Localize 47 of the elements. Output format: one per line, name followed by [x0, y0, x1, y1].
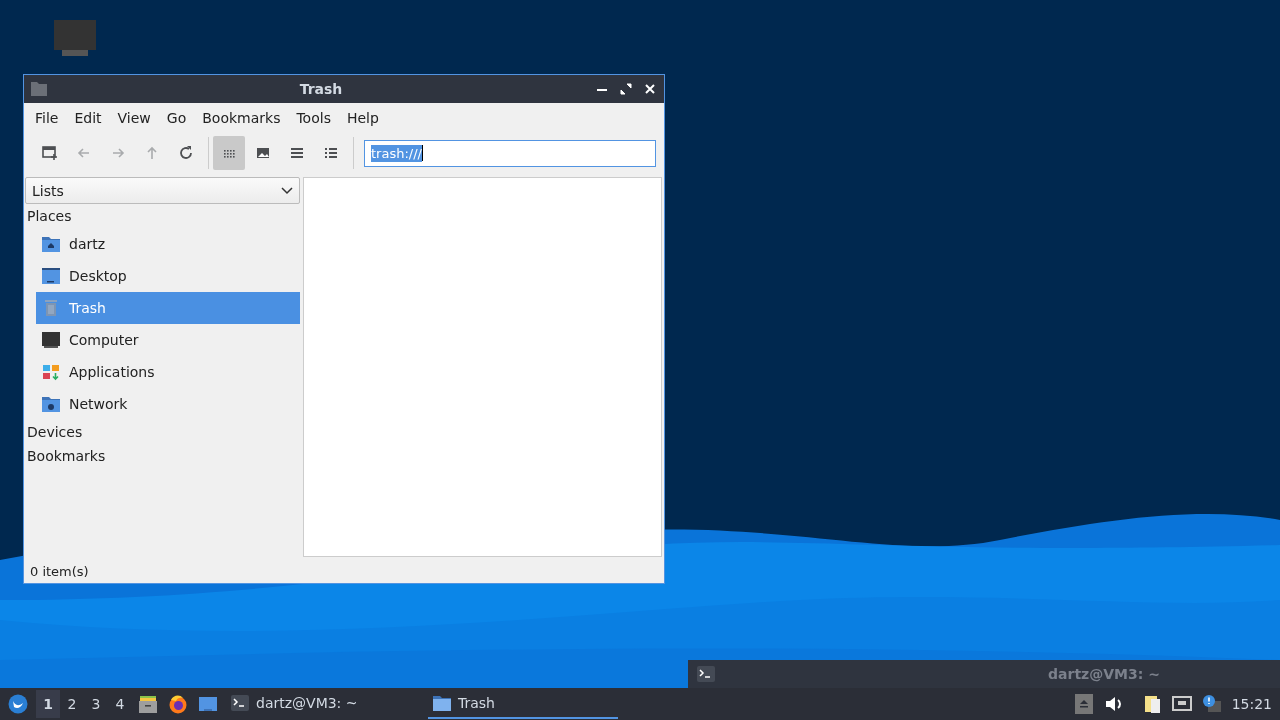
workspace-button[interactable]: 4	[108, 690, 132, 718]
file-cabinet-icon[interactable]	[138, 694, 158, 714]
desktop-icon	[41, 266, 61, 286]
terminal-icon	[230, 693, 250, 713]
network-folder-icon	[41, 394, 61, 414]
window-title: Trash	[298, 81, 344, 97]
window-title: dartz@VM3: ~	[1047, 666, 1161, 682]
status-text: 0 item(s)	[29, 562, 90, 581]
taskbar-button[interactable]: Trash	[428, 689, 618, 719]
home-folder-icon	[41, 234, 61, 254]
menu-item[interactable]: Tools	[288, 106, 339, 130]
terminal-icon	[696, 664, 716, 684]
section-header[interactable]: Bookmarks	[25, 444, 300, 468]
menu-item[interactable]: View	[109, 106, 159, 130]
folder-icon	[30, 81, 48, 97]
section-header[interactable]: Devices	[25, 420, 300, 444]
sidebar-item[interactable]: Network	[36, 388, 300, 420]
chevron-down-icon	[281, 186, 293, 195]
workspace-button[interactable]: 1	[36, 690, 60, 718]
sidebar-item[interactable]: dartz	[36, 228, 300, 260]
eject-icon[interactable]	[1073, 694, 1094, 714]
start-menu-icon[interactable]	[8, 694, 28, 714]
taskbar-button[interactable]: dartz@VM3: ~	[226, 689, 416, 719]
monitor-icon	[41, 330, 61, 350]
clock: 15:21	[1231, 696, 1272, 712]
window-icon[interactable]	[198, 694, 218, 714]
volume-icon[interactable]	[1103, 694, 1124, 714]
reload-icon	[177, 144, 195, 162]
app-grid-icon	[41, 362, 61, 382]
menu-item[interactable]: Go	[158, 106, 195, 130]
menu-item[interactable]: File	[27, 106, 67, 130]
sidebar-item[interactable]: Applications	[36, 356, 300, 388]
side-pane-dropdown[interactable]: Lists	[25, 177, 300, 204]
network-icon[interactable]	[1171, 694, 1192, 714]
sidebar-item[interactable]: Computer	[36, 324, 300, 356]
workspace-button[interactable]: 3	[84, 690, 108, 718]
section-header[interactable]: Places	[25, 204, 300, 228]
workspace-button[interactable]: 2	[60, 690, 84, 718]
sidebar-item[interactable]: Desktop	[36, 260, 300, 292]
folder-icon	[432, 693, 452, 713]
new-tab-icon	[41, 144, 59, 162]
browser-icon[interactable]	[168, 694, 188, 714]
maximize-icon[interactable]	[618, 81, 634, 97]
notification-icon[interactable]	[1201, 694, 1222, 714]
menu-item[interactable]: Bookmarks	[194, 106, 289, 130]
menu-item[interactable]: Help	[338, 106, 387, 130]
menu-item[interactable]: Edit	[66, 106, 110, 130]
